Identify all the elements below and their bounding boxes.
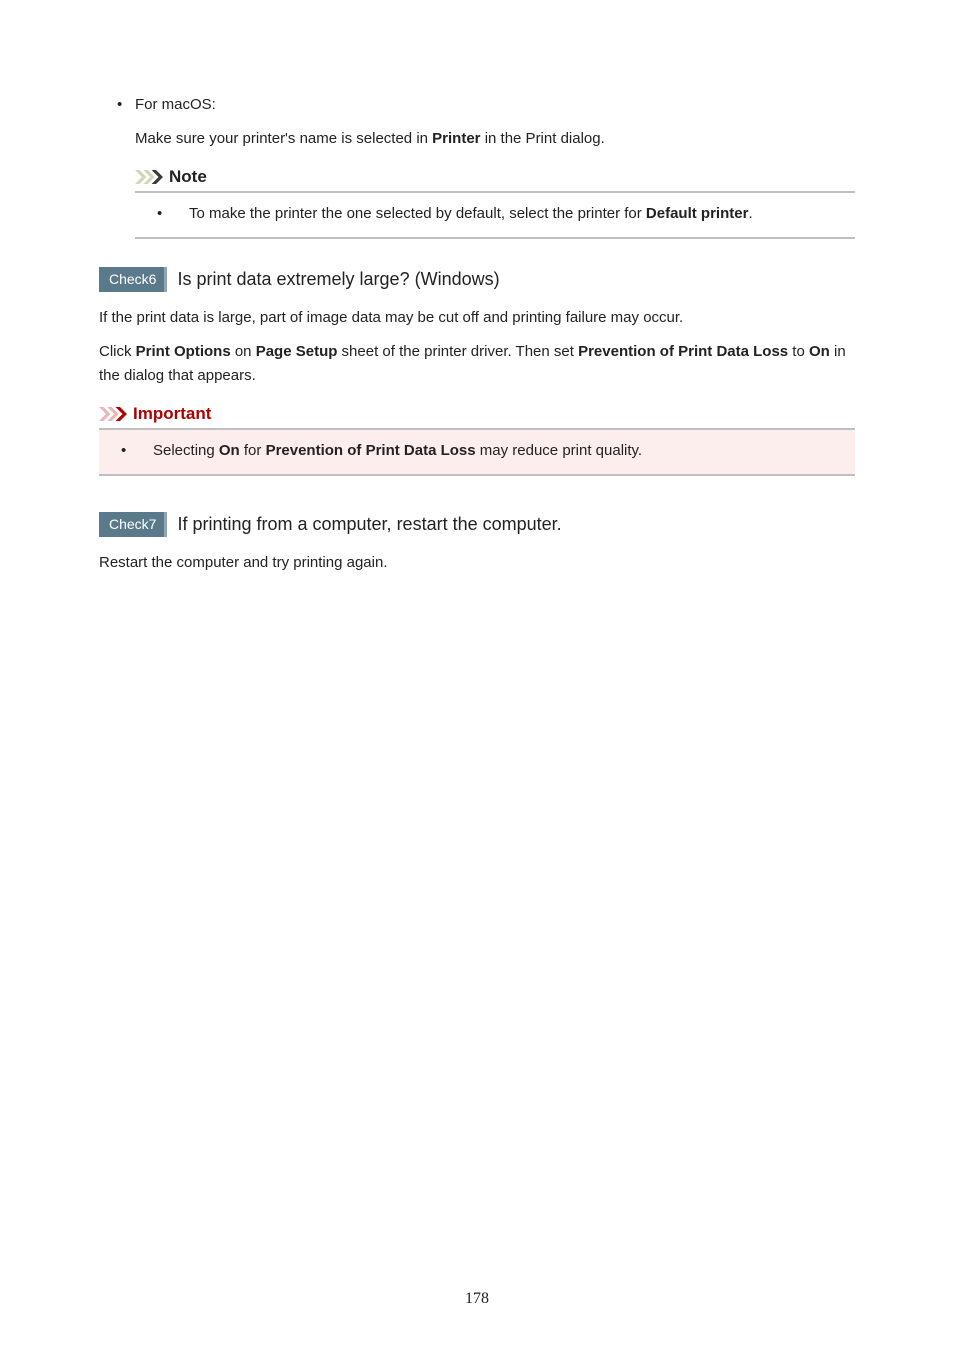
- callout-body: • Selecting On for Prevention of Print D…: [99, 430, 855, 475]
- callout-body: • To make the printer the one selected b…: [135, 193, 855, 238]
- bullet-dot: •: [103, 440, 153, 463]
- check-row: Check6 Is print data extremely large? (W…: [99, 267, 855, 292]
- list-item: • To make the printer the one selected b…: [139, 203, 851, 226]
- callout-header: Important: [99, 404, 855, 424]
- check-question: If printing from a computer, restart the…: [177, 514, 561, 535]
- page-number: 178: [0, 1290, 954, 1308]
- list-item: • Selecting On for Prevention of Print D…: [103, 440, 851, 463]
- list-item-text: Selecting On for Prevention of Print Dat…: [153, 440, 851, 463]
- text: to: [788, 343, 809, 360]
- list-item: • For macOS:: [117, 94, 855, 117]
- bold-text: Default printer: [646, 205, 749, 222]
- text: in the Print dialog.: [481, 130, 605, 147]
- page-content: • For macOS: Make sure your printer's na…: [0, 0, 954, 575]
- bold-text: Printer: [432, 130, 480, 147]
- bold-text: Prevention of Print Data Loss: [266, 442, 476, 459]
- text: sheet of the printer driver. Then set: [337, 343, 578, 360]
- divider: [135, 237, 855, 239]
- text: for: [240, 442, 266, 459]
- note-callout: Note • To make the printer the one selec…: [135, 167, 855, 240]
- text: Click: [99, 343, 136, 360]
- divider: [99, 474, 855, 476]
- chevrons-icon: [99, 406, 127, 422]
- bullet-dot: •: [117, 94, 135, 117]
- text: may reduce print quality.: [476, 442, 642, 459]
- bold-text: Page Setup: [256, 343, 338, 360]
- bold-text: Print Options: [136, 343, 231, 360]
- list-item-text: To make the printer the one selected by …: [189, 203, 851, 226]
- important-callout: Important • Selecting On for Prevention …: [99, 404, 855, 477]
- check-row: Check7 If printing from a computer, rest…: [99, 512, 855, 537]
- text: To make the printer the one selected by …: [189, 205, 646, 222]
- bold-text: On: [219, 442, 240, 459]
- body-text: Restart the computer and try printing ag…: [99, 551, 855, 575]
- bold-text: On: [809, 343, 830, 360]
- check-badge: Check7: [99, 512, 167, 537]
- body-text: Click Print Options on Page Setup sheet …: [99, 340, 855, 388]
- check-badge: Check6: [99, 267, 167, 292]
- note-title: Note: [169, 167, 207, 187]
- check-question: Is print data extremely large? (Windows): [177, 269, 499, 290]
- body-text: Make sure your printer's name is selecte…: [135, 127, 855, 151]
- callout-header: Note: [135, 167, 855, 187]
- text: Make sure your printer's name is selecte…: [135, 130, 432, 147]
- chevrons-icon: [135, 169, 163, 185]
- text: Selecting: [153, 442, 219, 459]
- bullet-dot: •: [139, 203, 189, 226]
- list-item-text: For macOS:: [135, 94, 855, 117]
- important-title: Important: [133, 404, 211, 424]
- body-text: If the print data is large, part of imag…: [99, 306, 855, 330]
- text: .: [748, 205, 752, 222]
- text: on: [231, 343, 256, 360]
- bold-text: Prevention of Print Data Loss: [578, 343, 788, 360]
